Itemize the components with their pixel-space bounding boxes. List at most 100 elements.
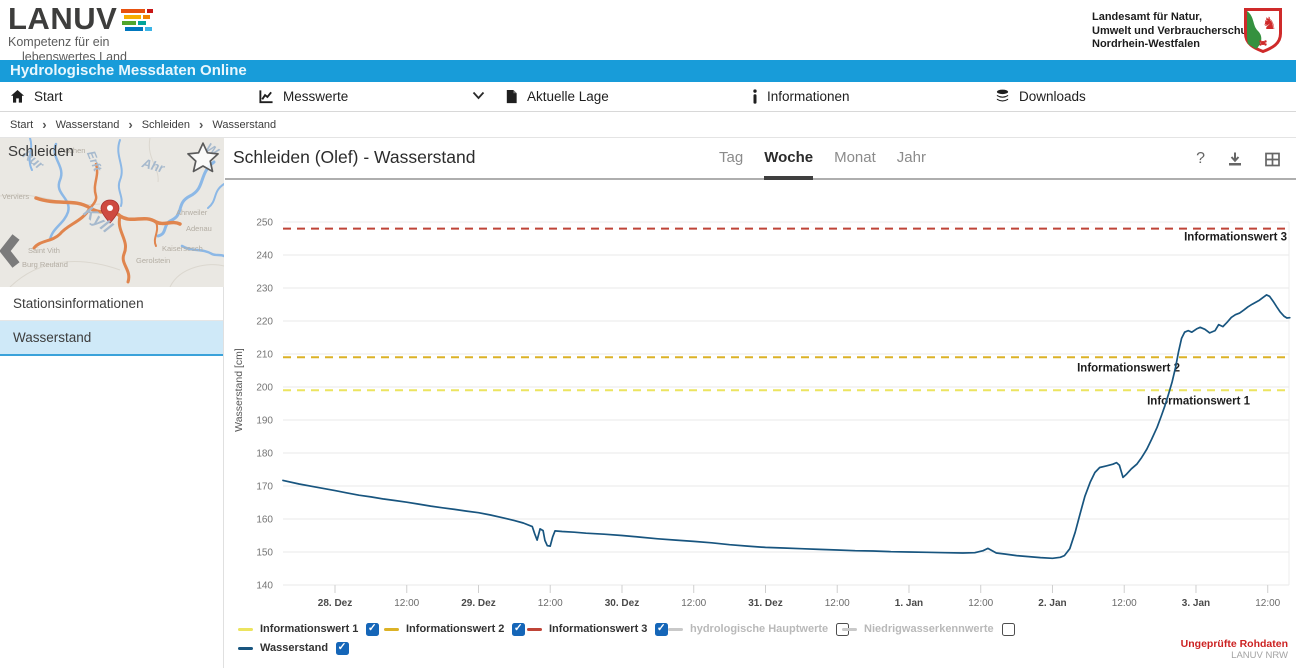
x-tick-label: 12:00 bbox=[538, 598, 563, 609]
map-town-label: Verviers bbox=[2, 192, 29, 201]
x-tick-label: 12:00 bbox=[1255, 598, 1280, 609]
map-town-label: Saint Vith bbox=[28, 246, 60, 255]
breadcrumb-item-wasserstand2[interactable]: Wasserstand bbox=[212, 119, 276, 131]
x-tick-label: 12:00 bbox=[825, 598, 850, 609]
threshold-label: Informationswert 1 bbox=[1147, 395, 1250, 407]
x-tick-label: 12:00 bbox=[968, 598, 993, 609]
x-tick-label: 2. Jan bbox=[1038, 598, 1066, 609]
x-tick-label: 31. Dez bbox=[748, 598, 782, 609]
chart-svg: 14015016017018019020021022023024025028. … bbox=[225, 180, 1296, 620]
sidebar-item-stationsinformationen[interactable]: Stationsinformationen bbox=[0, 287, 223, 321]
legend-swatch bbox=[527, 628, 542, 631]
legend-swatch bbox=[384, 628, 399, 631]
breadcrumb-separator-icon: › bbox=[199, 118, 203, 131]
download-icon[interactable] bbox=[1227, 151, 1243, 167]
station-name-label: Schleiden bbox=[8, 143, 74, 160]
y-tick-label: 190 bbox=[256, 416, 273, 427]
note-line2: LANUV NRW bbox=[1181, 650, 1288, 662]
chart-legend: Informationswert 1 Informationswert 2 Info… bbox=[225, 620, 1296, 660]
y-tick-label: 240 bbox=[256, 251, 273, 262]
tab-monat[interactable]: Monat bbox=[834, 138, 876, 180]
agency-line1: Landesamt für Natur, bbox=[1092, 11, 1256, 25]
breadcrumb: Start › Wasserstand › Schleiden › Wasser… bbox=[0, 112, 1296, 138]
tab-tag[interactable]: Tag bbox=[719, 138, 743, 180]
chart-panel: Schleiden (Olef) - Wasserstand Tag Woche… bbox=[225, 138, 1296, 668]
note-line1: Ungeprüfte Rohdaten bbox=[1181, 638, 1288, 650]
legend-item: Wasserstand bbox=[238, 639, 349, 657]
breadcrumb-item-wasserstand[interactable]: Wasserstand bbox=[56, 119, 120, 131]
legend-label: Informationswert 1 bbox=[260, 623, 358, 635]
legend-item: hydrologische Hauptwerte bbox=[668, 620, 849, 638]
legend-checkbox[interactable] bbox=[336, 642, 349, 655]
lanuv-logo-stripes-icon bbox=[121, 9, 153, 31]
main-nav: Start Messwerte Aktuelle Lage Informatio… bbox=[0, 82, 1296, 112]
legend-swatch bbox=[238, 647, 253, 650]
header: LANUV Kompetenz für ein lebenswertes Lan… bbox=[0, 0, 1296, 60]
lanuv-logo[interactable]: LANUV Kompetenz für ein lebenswertes Lan… bbox=[8, 4, 153, 65]
svg-text:♞: ♞ bbox=[1262, 14, 1277, 34]
app-title-bar: Hydrologische Messdaten Online bbox=[0, 60, 1296, 82]
nav-item-messwerte[interactable]: Messwerte bbox=[258, 82, 348, 111]
legend-item: Informationswert 1 bbox=[238, 620, 379, 638]
tagline-line1: Kompetenz für ein bbox=[8, 35, 153, 50]
x-tick-label: 12:00 bbox=[394, 598, 419, 609]
data-quality-note: Ungeprüfte Rohdaten LANUV NRW bbox=[1181, 638, 1288, 662]
legend-label: Informationswert 2 bbox=[406, 623, 504, 635]
y-tick-label: 250 bbox=[256, 218, 273, 229]
info-icon bbox=[752, 89, 758, 104]
chevron-down-icon[interactable] bbox=[472, 91, 485, 100]
period-tabs: Tag Woche Monat Jahr bbox=[719, 138, 926, 180]
document-icon bbox=[505, 89, 518, 104]
y-tick-label: 180 bbox=[256, 449, 273, 460]
legend-checkbox[interactable] bbox=[366, 623, 379, 636]
x-tick-label: 12:00 bbox=[1112, 598, 1137, 609]
nav-item-downloads[interactable]: Downloads bbox=[995, 82, 1086, 111]
help-icon[interactable]: ? bbox=[1196, 150, 1205, 168]
page-title: Schleiden (Olef) - Wasserstand bbox=[233, 147, 476, 168]
home-icon bbox=[10, 89, 25, 104]
page: LANUV Kompetenz für ein lebenswertes Lan… bbox=[0, 0, 1296, 668]
tab-jahr[interactable]: Jahr bbox=[897, 138, 926, 180]
nav-label-start: Start bbox=[34, 89, 63, 104]
legend-swatch bbox=[668, 628, 683, 631]
station-mini-map[interactable]: Schleiden AachenVerviersAhrweilerAdenauK… bbox=[0, 138, 224, 287]
legend-label: Wasserstand bbox=[260, 642, 328, 654]
nrw-coat-of-arms-icon: ♞ bbox=[1243, 7, 1283, 54]
nav-label-downloads: Downloads bbox=[1019, 89, 1086, 104]
nav-item-aktuelle-lage[interactable]: Aktuelle Lage bbox=[505, 82, 609, 111]
nav-item-informationen[interactable]: Informationen bbox=[752, 82, 850, 111]
chart-title-row: Schleiden (Olef) - Wasserstand Tag Woche… bbox=[225, 138, 1296, 180]
breadcrumb-separator-icon: › bbox=[128, 118, 132, 131]
favorite-star-icon[interactable] bbox=[185, 140, 221, 176]
nav-item-start[interactable]: Start bbox=[10, 82, 63, 111]
breadcrumb-item-start[interactable]: Start bbox=[10, 119, 33, 131]
agency-name: Landesamt für Natur, Umwelt und Verbrauc… bbox=[1092, 11, 1256, 52]
x-tick-label: 12:00 bbox=[681, 598, 706, 609]
y-tick-label: 210 bbox=[256, 350, 273, 361]
legend-item: Informationswert 3 bbox=[527, 620, 668, 638]
table-icon[interactable] bbox=[1265, 152, 1280, 167]
map-town-label: Gerolstein bbox=[136, 256, 170, 265]
agency-line2: Umwelt und Verbraucherschutz bbox=[1092, 25, 1256, 39]
x-tick-label: 29. Dez bbox=[461, 598, 495, 609]
sidebar-item-wasserstand[interactable]: Wasserstand bbox=[0, 321, 223, 356]
collapse-sidebar-chevron-left-icon[interactable] bbox=[0, 234, 20, 268]
tab-woche[interactable]: Woche bbox=[764, 138, 813, 180]
water-level-chart: 14015016017018019020021022023024025028. … bbox=[225, 180, 1296, 620]
legend-label: Informationswert 3 bbox=[549, 623, 647, 635]
threshold-label: Informationswert 2 bbox=[1077, 362, 1180, 374]
breadcrumb-item-schleiden[interactable]: Schleiden bbox=[142, 119, 190, 131]
x-tick-label: 28. Dez bbox=[318, 598, 352, 609]
agency-line3: Nordrhein-Westfalen bbox=[1092, 38, 1256, 52]
chart-icon bbox=[258, 89, 274, 104]
legend-checkbox[interactable] bbox=[1002, 623, 1015, 636]
x-tick-label: 1. Jan bbox=[895, 598, 923, 609]
legend-label: hydrologische Hauptwerte bbox=[690, 623, 828, 635]
legend-item: Niedrigwasserkennwerte bbox=[842, 620, 1015, 638]
threshold-label: Informationswert 3 bbox=[1184, 232, 1287, 244]
database-icon bbox=[995, 89, 1010, 104]
legend-checkbox[interactable] bbox=[512, 623, 525, 636]
legend-checkbox[interactable] bbox=[655, 623, 668, 636]
sidebar: Schleiden AachenVerviersAhrweilerAdenauK… bbox=[0, 138, 224, 668]
map-town-label: Adenau bbox=[186, 224, 212, 233]
